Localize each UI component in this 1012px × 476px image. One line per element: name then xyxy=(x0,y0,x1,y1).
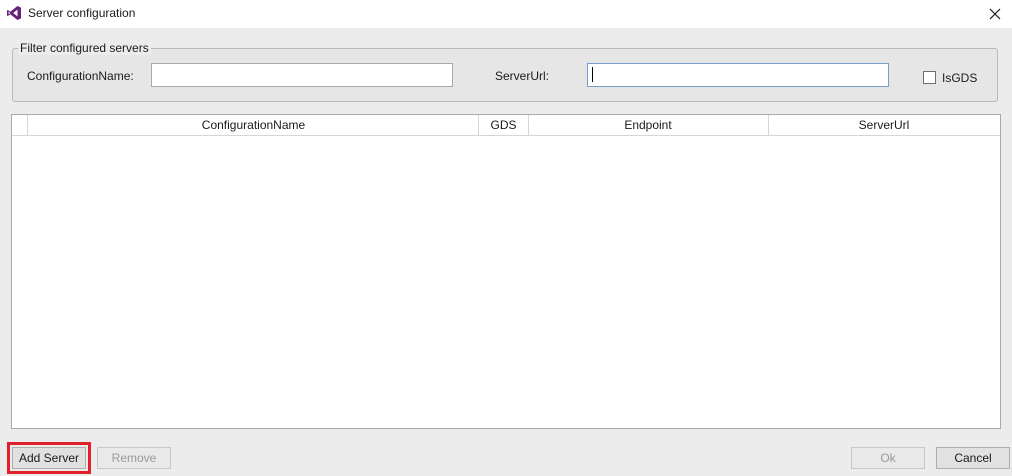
server-url-label: ServerUrl: xyxy=(495,69,550,83)
configuration-name-input[interactable] xyxy=(151,63,453,87)
cancel-button[interactable]: Cancel xyxy=(936,447,1010,469)
text-caret xyxy=(592,67,593,82)
column-header-gds[interactable]: GDS xyxy=(478,115,529,135)
column-header-server-url[interactable]: ServerUrl xyxy=(768,115,1000,135)
column-header-endpoint[interactable]: Endpoint xyxy=(528,115,769,135)
ok-button[interactable]: Ok xyxy=(851,447,925,469)
filter-group-label: Filter configured servers xyxy=(18,41,151,55)
window-title: Server configuration xyxy=(28,6,136,20)
close-button[interactable] xyxy=(978,0,1012,28)
add-server-button[interactable]: Add Server xyxy=(7,442,91,474)
title-bar: Server configuration xyxy=(0,0,1012,28)
close-icon xyxy=(989,8,1001,20)
configuration-name-label: ConfigurationName: xyxy=(27,69,134,83)
server-url-input[interactable] xyxy=(587,63,889,87)
visual-studio-icon xyxy=(6,5,22,21)
column-header-configuration-name[interactable]: ConfigurationName xyxy=(27,115,479,135)
is-gds-checkbox[interactable] xyxy=(923,71,936,84)
grid-header: ConfigurationName GDS Endpoint ServerUrl xyxy=(12,115,1000,136)
remove-button[interactable]: Remove xyxy=(97,447,171,469)
servers-grid[interactable]: ConfigurationName GDS Endpoint ServerUrl xyxy=(11,114,1001,429)
is-gds-label: IsGDS xyxy=(942,71,978,85)
